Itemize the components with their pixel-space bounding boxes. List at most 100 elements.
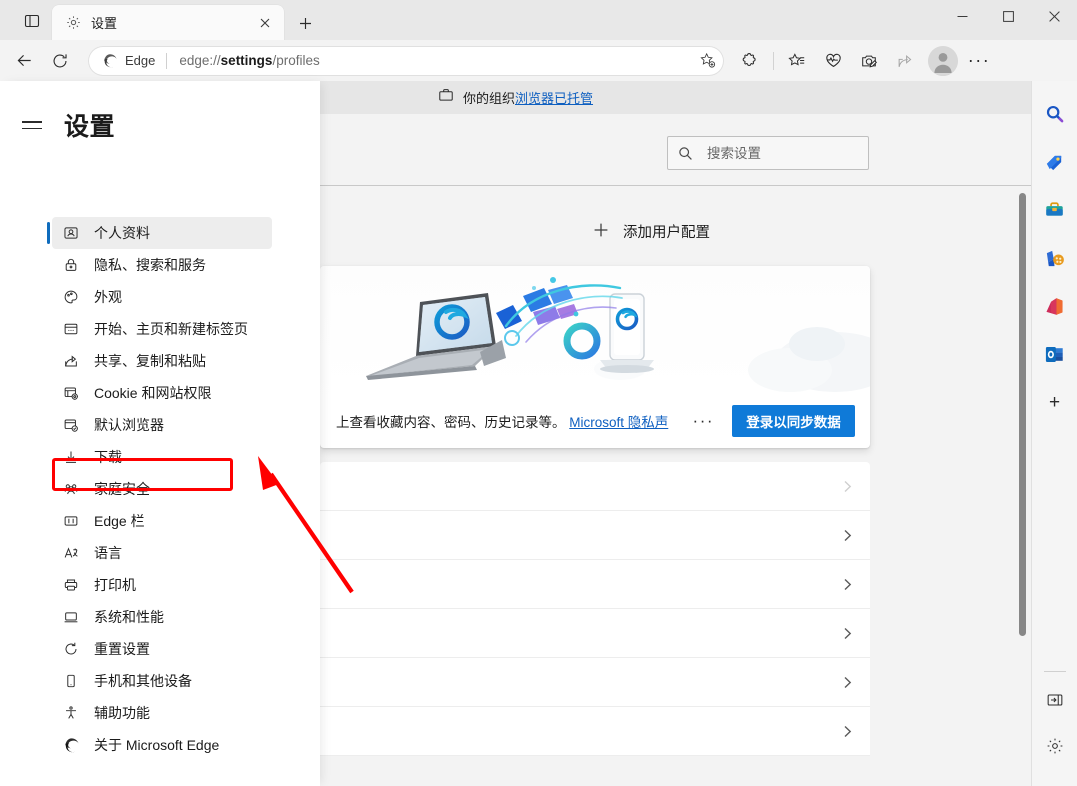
minimize-icon[interactable]	[939, 0, 985, 32]
edge-bar-bottom-group	[1032, 671, 1077, 776]
new-tab-button[interactable]	[292, 10, 318, 36]
sidebar-item-appearance[interactable]: 外观	[52, 281, 272, 313]
web-capture-icon[interactable]	[853, 45, 885, 77]
sidebar-item-languages[interactable]: 语言	[52, 537, 272, 569]
settings-sidebar-header: 设置	[0, 101, 320, 149]
sign-in-sync-button[interactable]: 登录以同步数据	[732, 405, 855, 437]
close-icon[interactable]	[254, 12, 276, 34]
refresh-icon[interactable]	[44, 45, 76, 77]
browser-tab[interactable]: 设置	[52, 5, 284, 40]
add-sidebar-app-button[interactable]: +	[1039, 386, 1071, 418]
sidebar-item-family-safety[interactable]: 家庭安全	[52, 473, 272, 505]
list-item[interactable]	[320, 658, 870, 707]
gear-icon[interactable]	[1039, 730, 1071, 762]
system-performance-icon	[61, 607, 81, 627]
page-scrollbar[interactable]	[1017, 187, 1028, 785]
list-item[interactable]	[320, 560, 870, 609]
sidebar-item-system-performance[interactable]: 系统和性能	[52, 601, 272, 633]
sidebar-item-edge-bar[interactable]: Edge 栏	[52, 505, 272, 537]
sidebar-item-label: 家庭安全	[94, 481, 150, 497]
settings-sidebar: 设置 个人资料 隐私、搜索和服务 外观 开始、主页和新建标签页 共享、复制和粘贴…	[0, 81, 320, 786]
list-item[interactable]	[320, 609, 870, 658]
sidebar-item-share[interactable]: 共享、复制和粘贴	[52, 345, 272, 377]
chevron-right-icon	[841, 578, 854, 591]
privacy-statement-link[interactable]: Microsoft 隐私声	[569, 415, 668, 430]
sidebar-item-label: 开始、主页和新建标签页	[94, 321, 248, 337]
sidebar-item-label: 手机和其他设备	[94, 673, 192, 689]
sidebar-item-label: 辅助功能	[94, 705, 150, 721]
sidebar-item-profiles[interactable]: 个人资料	[47, 217, 272, 249]
cookie-permissions-icon	[61, 383, 81, 403]
back-arrow-icon[interactable]	[8, 45, 40, 77]
sidebar-item-startup[interactable]: 开始、主页和新建标签页	[52, 313, 272, 345]
ellipsis-icon[interactable]: ···	[963, 45, 995, 77]
outlook-icon[interactable]	[1039, 338, 1071, 370]
chevron-right-icon	[841, 480, 854, 493]
sidebar-item-phone-devices[interactable]: 手机和其他设备	[52, 665, 272, 697]
heartbeat-icon[interactable]	[817, 45, 849, 77]
briefcase-icon	[438, 87, 454, 108]
sidebar-item-about-edge[interactable]: 关于 Microsoft Edge	[52, 729, 272, 761]
add-profile-button[interactable]: 添加用户配置	[593, 221, 710, 242]
edge-sidebar-rail: +	[1031, 81, 1077, 786]
profiles-title-row: 添加用户配置	[320, 199, 870, 249]
settings-nav-list: 个人资料 隐私、搜索和服务 外观 开始、主页和新建标签页 共享、复制和粘贴 Co…	[0, 217, 320, 761]
list-item[interactable]	[320, 462, 870, 511]
sidebar-item-reset-settings[interactable]: 重置设置	[52, 633, 272, 665]
tools-toolbox-icon[interactable]	[1039, 194, 1071, 226]
sidebar-item-label: 隐私、搜索和服务	[94, 257, 206, 273]
sidebar-item-privacy[interactable]: 隐私、搜索和服务	[52, 249, 272, 281]
share-box-icon	[61, 351, 81, 371]
phone-icon	[61, 671, 81, 691]
browser-toolbar: Edge edge://settings/profiles ···	[0, 40, 1077, 81]
collections-star-icon[interactable]	[781, 45, 813, 77]
omnibox-divider	[166, 52, 168, 69]
sidebar-item-label: 默认浏览器	[94, 417, 164, 433]
sidebar-item-label: 语言	[94, 545, 122, 561]
maximize-icon[interactable]	[985, 0, 1031, 32]
hamburger-menu-icon[interactable]	[12, 120, 52, 130]
plus-icon	[593, 222, 609, 242]
sidebar-item-label: 打印机	[94, 577, 136, 593]
sidebar-item-cookies-permissions[interactable]: Cookie 和网站权限	[52, 377, 272, 409]
sidebar-item-default-browser[interactable]: 默认浏览器	[52, 409, 272, 441]
sidebar-item-downloads[interactable]: 下载	[52, 441, 272, 473]
search-input[interactable]	[707, 145, 884, 161]
extensions-puzzle-icon[interactable]	[734, 45, 766, 77]
lock-icon	[61, 255, 81, 275]
account-avatar-icon[interactable]	[928, 45, 958, 76]
settings-search-box[interactable]	[667, 136, 884, 170]
sync-illustration	[320, 266, 870, 394]
list-item[interactable]	[320, 707, 870, 756]
scrollbar-thumb[interactable]	[1019, 193, 1026, 636]
sidebar-item-label: 关于 Microsoft Edge	[94, 737, 220, 753]
sidebar-item-printers[interactable]: 打印机	[52, 569, 272, 601]
edge-logo-icon	[61, 735, 81, 755]
divider	[1044, 671, 1066, 672]
tab-actions-icon[interactable]	[16, 8, 48, 34]
address-bar[interactable]: Edge edge://settings/profiles	[88, 45, 724, 76]
plus-icon: +	[1048, 391, 1061, 413]
sidebar-item-label: Cookie 和网站权限	[94, 385, 212, 401]
profile-card-footer: 上查看收藏内容、密码、历史记录等。 Microsoft 隐私声 ··· 登录以同…	[320, 394, 870, 448]
office-icon[interactable]	[1039, 290, 1071, 322]
star-plus-icon[interactable]	[694, 48, 720, 74]
ellipsis-icon[interactable]: ···	[688, 407, 718, 435]
shopping-tag-icon[interactable]	[1039, 146, 1071, 178]
title-bar: 设置	[0, 0, 1077, 40]
sidebar-item-accessibility[interactable]: 辅助功能	[52, 697, 272, 729]
default-browser-icon	[61, 415, 81, 435]
games-icon[interactable]	[1039, 242, 1071, 274]
page-title: 设置	[64, 113, 116, 141]
managed-banner-link[interactable]: 浏览器已托管	[515, 91, 593, 106]
sidebar-item-label: 共享、复制和粘贴	[94, 353, 206, 369]
bing-search-icon[interactable]	[1039, 98, 1071, 130]
family-safety-icon	[61, 479, 81, 499]
tab-title: 设置	[91, 16, 118, 31]
close-icon[interactable]	[1031, 0, 1077, 32]
chevron-right-icon	[841, 529, 854, 542]
sidebar-item-label: 个人资料	[94, 225, 150, 241]
list-item[interactable]	[320, 511, 870, 560]
edge-logo-icon	[104, 53, 117, 67]
collapse-panel-icon[interactable]	[1039, 684, 1071, 716]
